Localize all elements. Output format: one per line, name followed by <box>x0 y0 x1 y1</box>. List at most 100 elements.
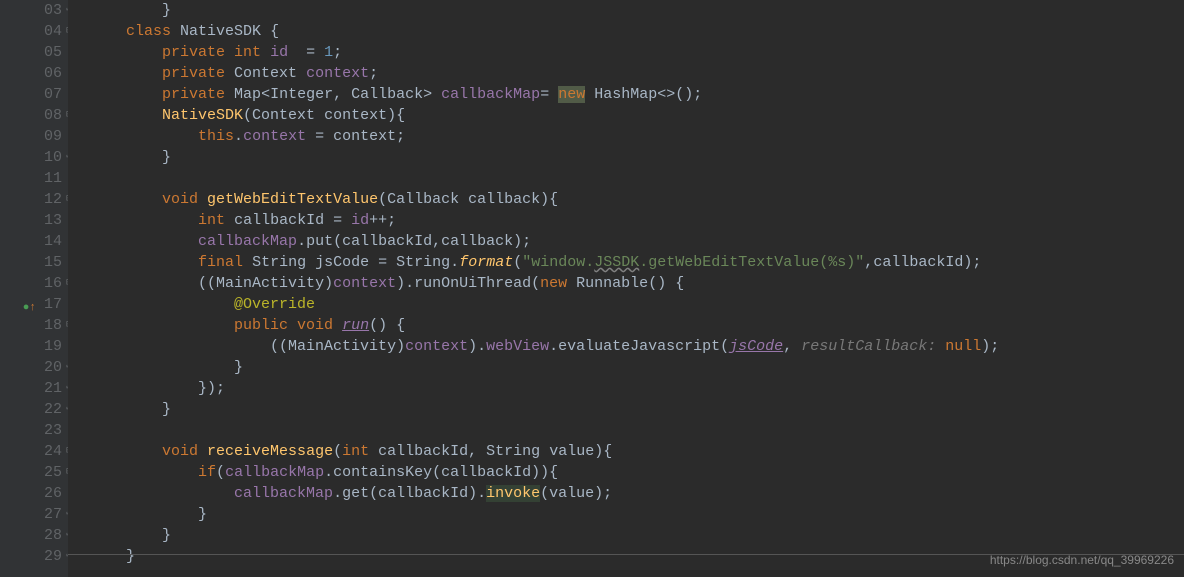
param-token: callback <box>441 233 513 250</box>
code-line[interactable]: NativeSDK(Context context){ <box>90 105 1184 126</box>
param-token: context <box>333 128 396 145</box>
text-token <box>90 338 270 355</box>
line-number: 06 <box>40 63 62 84</box>
punct-token: <>(); <box>657 86 702 103</box>
code-line[interactable]: } <box>90 0 1184 21</box>
param-token: callbackId <box>873 254 963 271</box>
type-token: MainActivity <box>288 338 396 355</box>
field-token: callbackMap <box>198 233 297 250</box>
kw-token: private <box>162 86 225 103</box>
punct-token: , <box>432 233 441 250</box>
param-token: callbackId <box>378 443 468 460</box>
punct-token: } <box>162 527 171 544</box>
code-line[interactable]: } <box>90 399 1184 420</box>
gutter-line: 17· <box>0 294 62 315</box>
code-line[interactable]: @Override <box>90 294 1184 315</box>
code-area[interactable]: } class NativeSDK { private int id = 1; … <box>68 0 1184 577</box>
punct-token: ( <box>540 485 549 502</box>
code-line[interactable]: private Context context; <box>90 63 1184 84</box>
gutter-line: 16⊟ <box>0 273 62 294</box>
kw-token: void <box>162 443 198 460</box>
fn-token: receiveMessage <box>207 443 333 460</box>
under-token: jsCode <box>729 338 783 355</box>
code-line[interactable]: }); <box>90 378 1184 399</box>
gutter-line: 14 <box>0 231 62 252</box>
punct-token: = <box>378 254 387 271</box>
text-token <box>540 443 549 460</box>
punct-token: = <box>540 86 549 103</box>
code-line[interactable]: final String jsCode = String.format("win… <box>90 252 1184 273</box>
text-token <box>90 23 126 40</box>
kw-token: class <box>126 23 171 40</box>
code-line[interactable]: private Map<Integer, Callback> callbackM… <box>90 84 1184 105</box>
punct-token: , <box>333 86 342 103</box>
param-token: jsCode <box>315 254 369 271</box>
code-line[interactable] <box>90 168 1184 189</box>
code-line[interactable]: callbackMap.put(callbackId,callback); <box>90 231 1184 252</box>
text-token <box>288 44 306 61</box>
line-number: 23 <box>40 420 62 441</box>
punct-token: ).runOnUiThread( <box>396 275 540 292</box>
gutter-line: 27⌙ <box>0 504 62 525</box>
text-token <box>306 128 315 145</box>
punct-token: = <box>306 44 315 61</box>
param-token: callbackId <box>378 485 468 502</box>
hlbg-token: new <box>558 86 585 103</box>
param-token: callback <box>468 191 540 208</box>
text-token <box>198 191 207 208</box>
code-line[interactable] <box>90 420 1184 441</box>
code-line[interactable]: private int id = 1; <box>90 42 1184 63</box>
type-token: String <box>252 254 306 271</box>
code-line[interactable]: ((MainActivity)context).webView.evaluate… <box>90 336 1184 357</box>
punct-token: ( <box>333 443 342 460</box>
text-token <box>90 86 162 103</box>
code-line[interactable]: } <box>90 525 1184 546</box>
punct-token: ++; <box>369 212 396 229</box>
code-line[interactable]: this.context = context; <box>90 126 1184 147</box>
line-number: 20 <box>40 357 62 378</box>
text-token <box>90 464 198 481</box>
gutter-line: 09 <box>0 126 62 147</box>
line-number: 10 <box>40 147 62 168</box>
text-token <box>936 338 945 355</box>
text-token <box>369 254 378 271</box>
code-line[interactable]: void receiveMessage(int callbackId, Stri… <box>90 441 1184 462</box>
line-number: 26 <box>40 483 62 504</box>
line-number: 18 <box>40 315 62 336</box>
code-line[interactable]: public void run() { <box>90 315 1184 336</box>
text-token <box>297 65 306 82</box>
type-token: Callback <box>351 86 423 103</box>
code-line[interactable]: class NativeSDK { <box>90 21 1184 42</box>
text-token <box>342 212 351 229</box>
text-token <box>90 380 198 397</box>
punct-token: = <box>315 128 324 145</box>
gutter-line: 07 <box>0 84 62 105</box>
line-number: 07 <box>40 84 62 105</box>
ann-token: @Override <box>234 296 315 313</box>
code-line[interactable]: } <box>90 504 1184 525</box>
code-line[interactable]: } <box>90 357 1184 378</box>
text-token <box>432 86 441 103</box>
gutter-line: 18⊟ <box>0 315 62 336</box>
code-line[interactable]: if(callbackMap.containsKey(callbackId)){ <box>90 462 1184 483</box>
text-token <box>243 254 252 271</box>
punct-token: ){ <box>594 443 612 460</box>
punct-token: { <box>270 23 279 40</box>
code-line[interactable]: ((MainActivity)context).runOnUiThread(ne… <box>90 273 1184 294</box>
code-line[interactable]: int callbackId = id++; <box>90 210 1184 231</box>
text-token <box>90 191 162 208</box>
line-number: 22 <box>40 399 62 420</box>
code-line[interactable]: void getWebEditTextValue(Callback callba… <box>90 189 1184 210</box>
punct-token: } <box>162 149 171 166</box>
punct-token: .containsKey( <box>324 464 441 481</box>
text-token <box>90 527 162 544</box>
field-token: context <box>333 275 396 292</box>
text-token <box>171 23 180 40</box>
code-line[interactable]: } <box>90 147 1184 168</box>
text-token <box>315 107 324 124</box>
text-token <box>333 317 342 334</box>
code-line[interactable]: callbackMap.get(callbackId).invoke(value… <box>90 483 1184 504</box>
field-token: callbackMap <box>441 86 540 103</box>
line-number: 13 <box>40 210 62 231</box>
line-number: 11 <box>40 168 62 189</box>
